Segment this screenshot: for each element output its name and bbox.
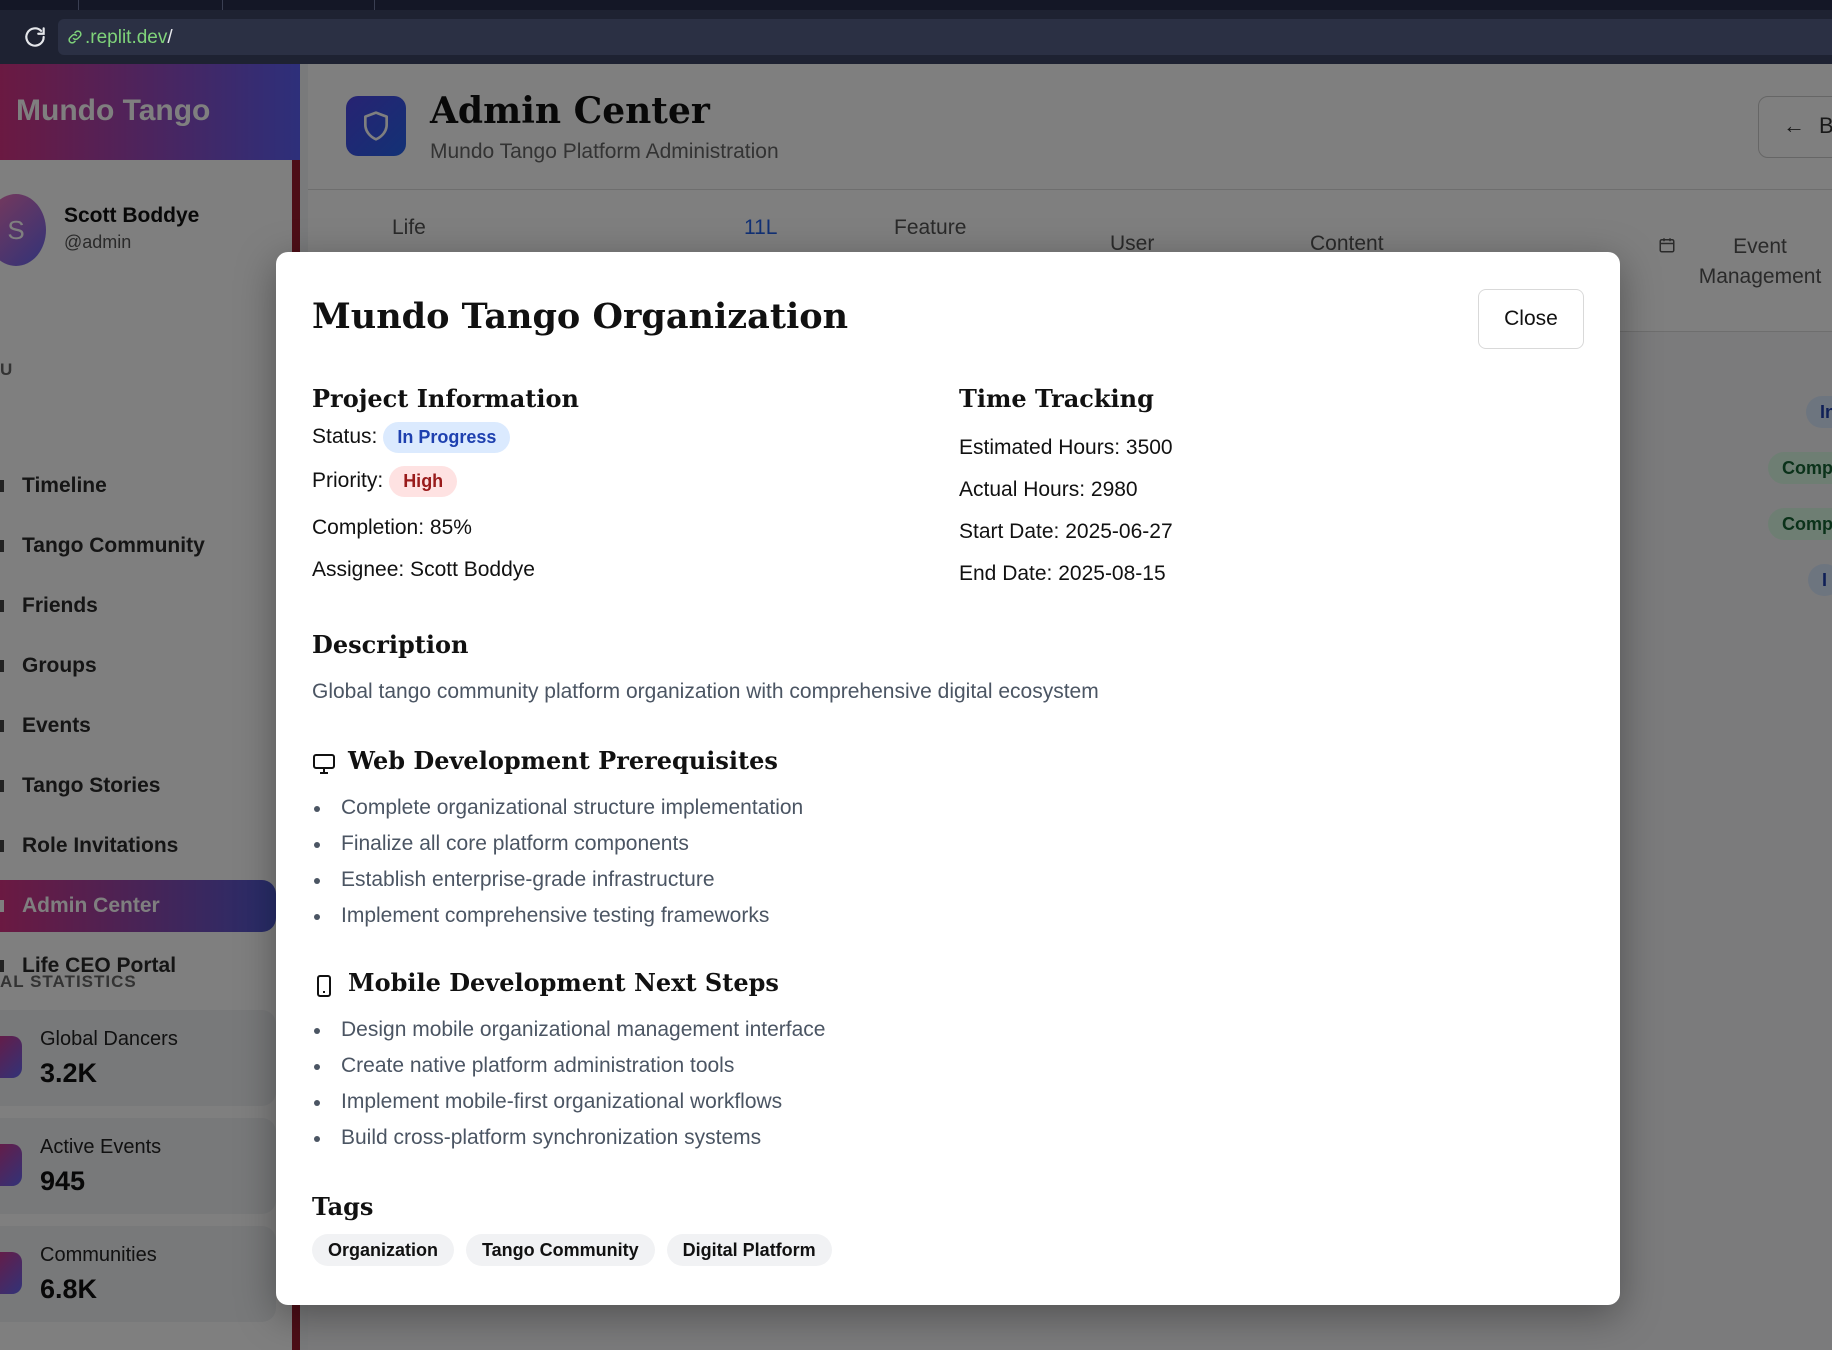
status-badge: In Progress	[383, 422, 511, 453]
monitor-icon	[313, 754, 335, 774]
status-label: Status:	[312, 425, 378, 449]
modal-title: Mundo Tango Organization	[312, 296, 849, 337]
link-icon	[68, 30, 82, 44]
list-item: Implement mobile-first organizational wo…	[312, 1090, 825, 1126]
smartphone-icon	[317, 975, 331, 997]
close-button[interactable]: Close	[1478, 289, 1584, 349]
priority-row: Priority: High	[312, 466, 458, 497]
end-date: End Date: 2025-08-15	[959, 562, 1166, 585]
web-prereq-heading: Web Development Prerequisites	[348, 746, 778, 775]
url-text: .replit.dev/	[85, 27, 173, 49]
address-bar[interactable]: .replit.dev/	[58, 19, 1832, 55]
url-host: .replit.dev	[85, 27, 168, 48]
time-tracking-heading: Time Tracking	[959, 384, 1154, 413]
url-path: /	[167, 27, 173, 48]
tag-chip: Organization	[312, 1234, 455, 1266]
project-info-heading: Project Information	[312, 384, 579, 413]
description-text: Global tango community platform organiza…	[312, 680, 1099, 703]
web-prereq-list: Complete organizational structure implem…	[312, 796, 803, 940]
mobile-next-heading: Mobile Development Next Steps	[348, 968, 779, 997]
list-item: Implement comprehensive testing framewor…	[312, 904, 803, 940]
tag-chip: Tango Community	[466, 1234, 655, 1266]
estimated-hours: Estimated Hours: 3500	[959, 436, 1173, 459]
tag-list: Organization Tango Community Digital Pla…	[312, 1234, 832, 1266]
start-date: Start Date: 2025-06-27	[959, 520, 1173, 543]
tab-separator	[374, 0, 375, 10]
list-item: Build cross-platform synchronization sys…	[312, 1126, 825, 1162]
reload-icon[interactable]	[22, 24, 48, 50]
mobile-next-list: Design mobile organizational management …	[312, 1018, 825, 1162]
list-item: Create native platform administration to…	[312, 1054, 825, 1090]
tags-heading: Tags	[312, 1192, 374, 1221]
list-item: Design mobile organizational management …	[312, 1018, 825, 1054]
list-item: Complete organizational structure implem…	[312, 796, 803, 832]
status-row: Status: In Progress	[312, 422, 511, 453]
browser-toolbar: .replit.dev/	[0, 10, 1832, 64]
list-item: Finalize all core platform components	[312, 832, 803, 868]
tab-separator	[78, 0, 79, 10]
project-detail-modal: Mundo Tango Organization Close Project I…	[276, 252, 1620, 1305]
browser-tabstrip	[0, 0, 1832, 10]
list-item: Establish enterprise-grade infrastructur…	[312, 868, 803, 904]
assignee-text: Assignee: Scott Boddye	[312, 558, 535, 581]
priority-badge: High	[389, 466, 458, 497]
description-heading: Description	[312, 630, 469, 659]
actual-hours: Actual Hours: 2980	[959, 478, 1138, 501]
tab-separator	[222, 0, 223, 10]
completion-text: Completion: 85%	[312, 516, 472, 539]
priority-label: Priority:	[312, 469, 384, 493]
tag-chip: Digital Platform	[666, 1234, 832, 1266]
